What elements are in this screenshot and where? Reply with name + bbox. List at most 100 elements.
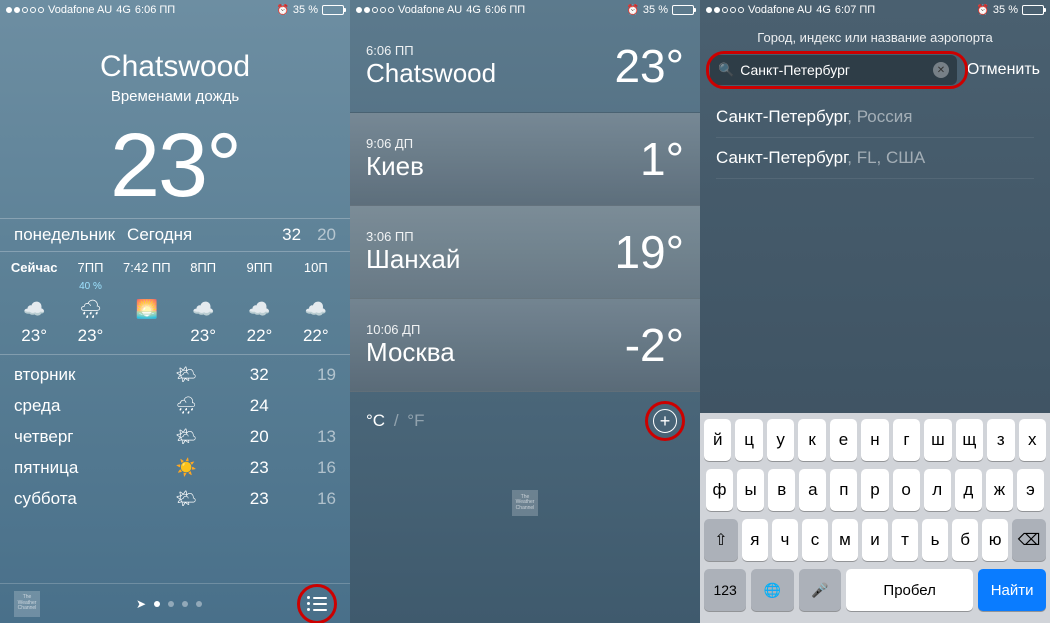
battery-percent: 35 % [643,4,668,16]
weather-city-screen: Vodafone AU 4G 6:06 ПП ⏰ 35 % Chatswood … [0,0,350,623]
city-search-screen: Vodafone AU 4G 6:07 ПП ⏰ 35 % Город, инд… [700,0,1050,623]
cancel-button[interactable]: Отменить [967,61,1040,79]
hour-temp: 22° [303,326,329,346]
key-space[interactable]: Пробел [846,569,973,611]
key-letter[interactable]: м [832,519,858,561]
page-dots[interactable]: ➤ [136,597,202,611]
key-letter[interactable]: ы [737,469,764,511]
key-letter[interactable]: ш [924,419,951,461]
carrier: Vodafone AU [398,4,462,16]
hour-time: 9ПП [247,260,273,275]
key-letter[interactable]: г [893,419,920,461]
city-name: Chatswood [0,50,350,84]
key-letter[interactable]: у [767,419,794,461]
weather-channel-logo[interactable]: The Weather Channel [14,591,40,617]
day-name: вторник [14,365,134,385]
weather-icon: ☁️ [23,299,45,320]
weather-icon: ☁️ [305,299,327,320]
key-letter[interactable]: п [830,469,857,511]
key-letter[interactable]: л [924,469,951,511]
key-letter[interactable]: р [861,469,888,511]
key-letter[interactable]: х [1019,419,1046,461]
city-name: Киев [366,151,684,182]
network: 4G [466,4,481,16]
hour-temp: 23° [21,326,47,346]
carrier: Vodafone AU [48,4,112,16]
city-list-button[interactable] [298,585,336,623]
unit-celsius[interactable]: °C [366,411,385,430]
key-letter[interactable]: д [955,469,982,511]
network: 4G [816,4,831,16]
battery-icon [1022,5,1044,15]
today-row: понедельник Сегодня 32 20 [0,218,350,252]
key-globe[interactable]: 🌐 [751,569,793,611]
battery-icon [322,5,344,15]
key-letter[interactable]: щ [956,419,983,461]
battery-percent: 35 % [293,4,318,16]
key-letter[interactable]: к [798,419,825,461]
key-mic[interactable]: 🎤 [799,569,841,611]
hour-time: 10П [304,260,328,275]
search-result-item[interactable]: Санкт-Петербург, Россия [716,97,1034,138]
key-letter[interactable]: е [830,419,857,461]
day-low: 19 [306,365,336,385]
hour-item: 8ПП☁️23° [175,260,231,346]
city-temp: 23° [614,39,684,93]
key-letter[interactable]: э [1017,469,1044,511]
city-row[interactable]: 9:06 ДПКиев1° [350,113,700,206]
city-row[interactable]: 10:06 ДПМосква-2° [350,299,700,392]
weather-icon: ☀️ [171,458,201,478]
weather-icon: 🌧 [171,396,201,416]
key-letter[interactable]: ь [922,519,948,561]
status-bar: Vodafone AU 4G 6:06 ПП ⏰ 35 % [350,0,700,20]
city-row[interactable]: 6:06 ППChatswood23° [350,20,700,113]
day-name: суббота [14,489,134,509]
key-backspace[interactable]: ⌫ [1012,519,1046,561]
hourly-forecast[interactable]: Сейчас☁️23°7ПП40 %🌧23°7:42 ПП🌅8ПП☁️23°9П… [0,252,350,355]
day-row: вторник🌤3219 [14,359,336,390]
hour-item: 7:42 ПП🌅 [119,260,175,346]
annotation-highlight [706,51,968,89]
today-dayname: понедельник [14,225,115,245]
today-high: 32 [282,225,301,245]
key-letter[interactable]: й [704,419,731,461]
city-row[interactable]: 3:06 ППШанхай19° [350,206,700,299]
hour-item: 9ПП☁️22° [231,260,287,346]
day-high: 24 [239,396,269,416]
key-letter[interactable]: б [952,519,978,561]
day-high: 23 [239,489,269,509]
result-main: Санкт-Петербург [716,148,847,167]
key-letter[interactable]: ф [706,469,733,511]
key-letter[interactable]: н [861,419,888,461]
key-letter[interactable]: я [742,519,768,561]
key-letter[interactable]: ц [735,419,762,461]
unit-fahrenheit[interactable]: °F [407,411,424,430]
hour-temp: 22° [247,326,273,346]
key-letter[interactable]: а [799,469,826,511]
key-letter[interactable]: ж [986,469,1013,511]
add-city-button[interactable]: + [646,402,684,440]
day-low: 16 [306,458,336,478]
key-letter[interactable]: з [987,419,1014,461]
day-high: 32 [239,365,269,385]
key-letter[interactable]: и [862,519,888,561]
key-letter[interactable]: т [892,519,918,561]
weather-channel-logo[interactable]: The Weather Channel [512,490,538,516]
day-row: четверг🌤2013 [14,421,336,452]
day-high: 23 [239,458,269,478]
key-shift[interactable]: ⇧ [704,519,738,561]
daily-forecast: вторник🌤3219среда🌧24четверг🌤2013пятница☀… [0,355,350,514]
search-result-item[interactable]: Санкт-Петербург, FL, США [716,138,1034,179]
key-letter[interactable]: ч [772,519,798,561]
key-letter[interactable]: с [802,519,828,561]
key-letter[interactable]: ю [982,519,1008,561]
key-numbers[interactable]: 123 [704,569,746,611]
result-secondary: , FL, США [847,148,925,167]
key-letter[interactable]: в [768,469,795,511]
annotation-highlight [297,584,337,623]
status-time: 6:07 ПП [835,4,875,16]
city-local-time: 9:06 ДП [366,136,684,151]
key-letter[interactable]: о [893,469,920,511]
key-find[interactable]: Найти [978,569,1046,611]
day-name: пятница [14,458,134,478]
